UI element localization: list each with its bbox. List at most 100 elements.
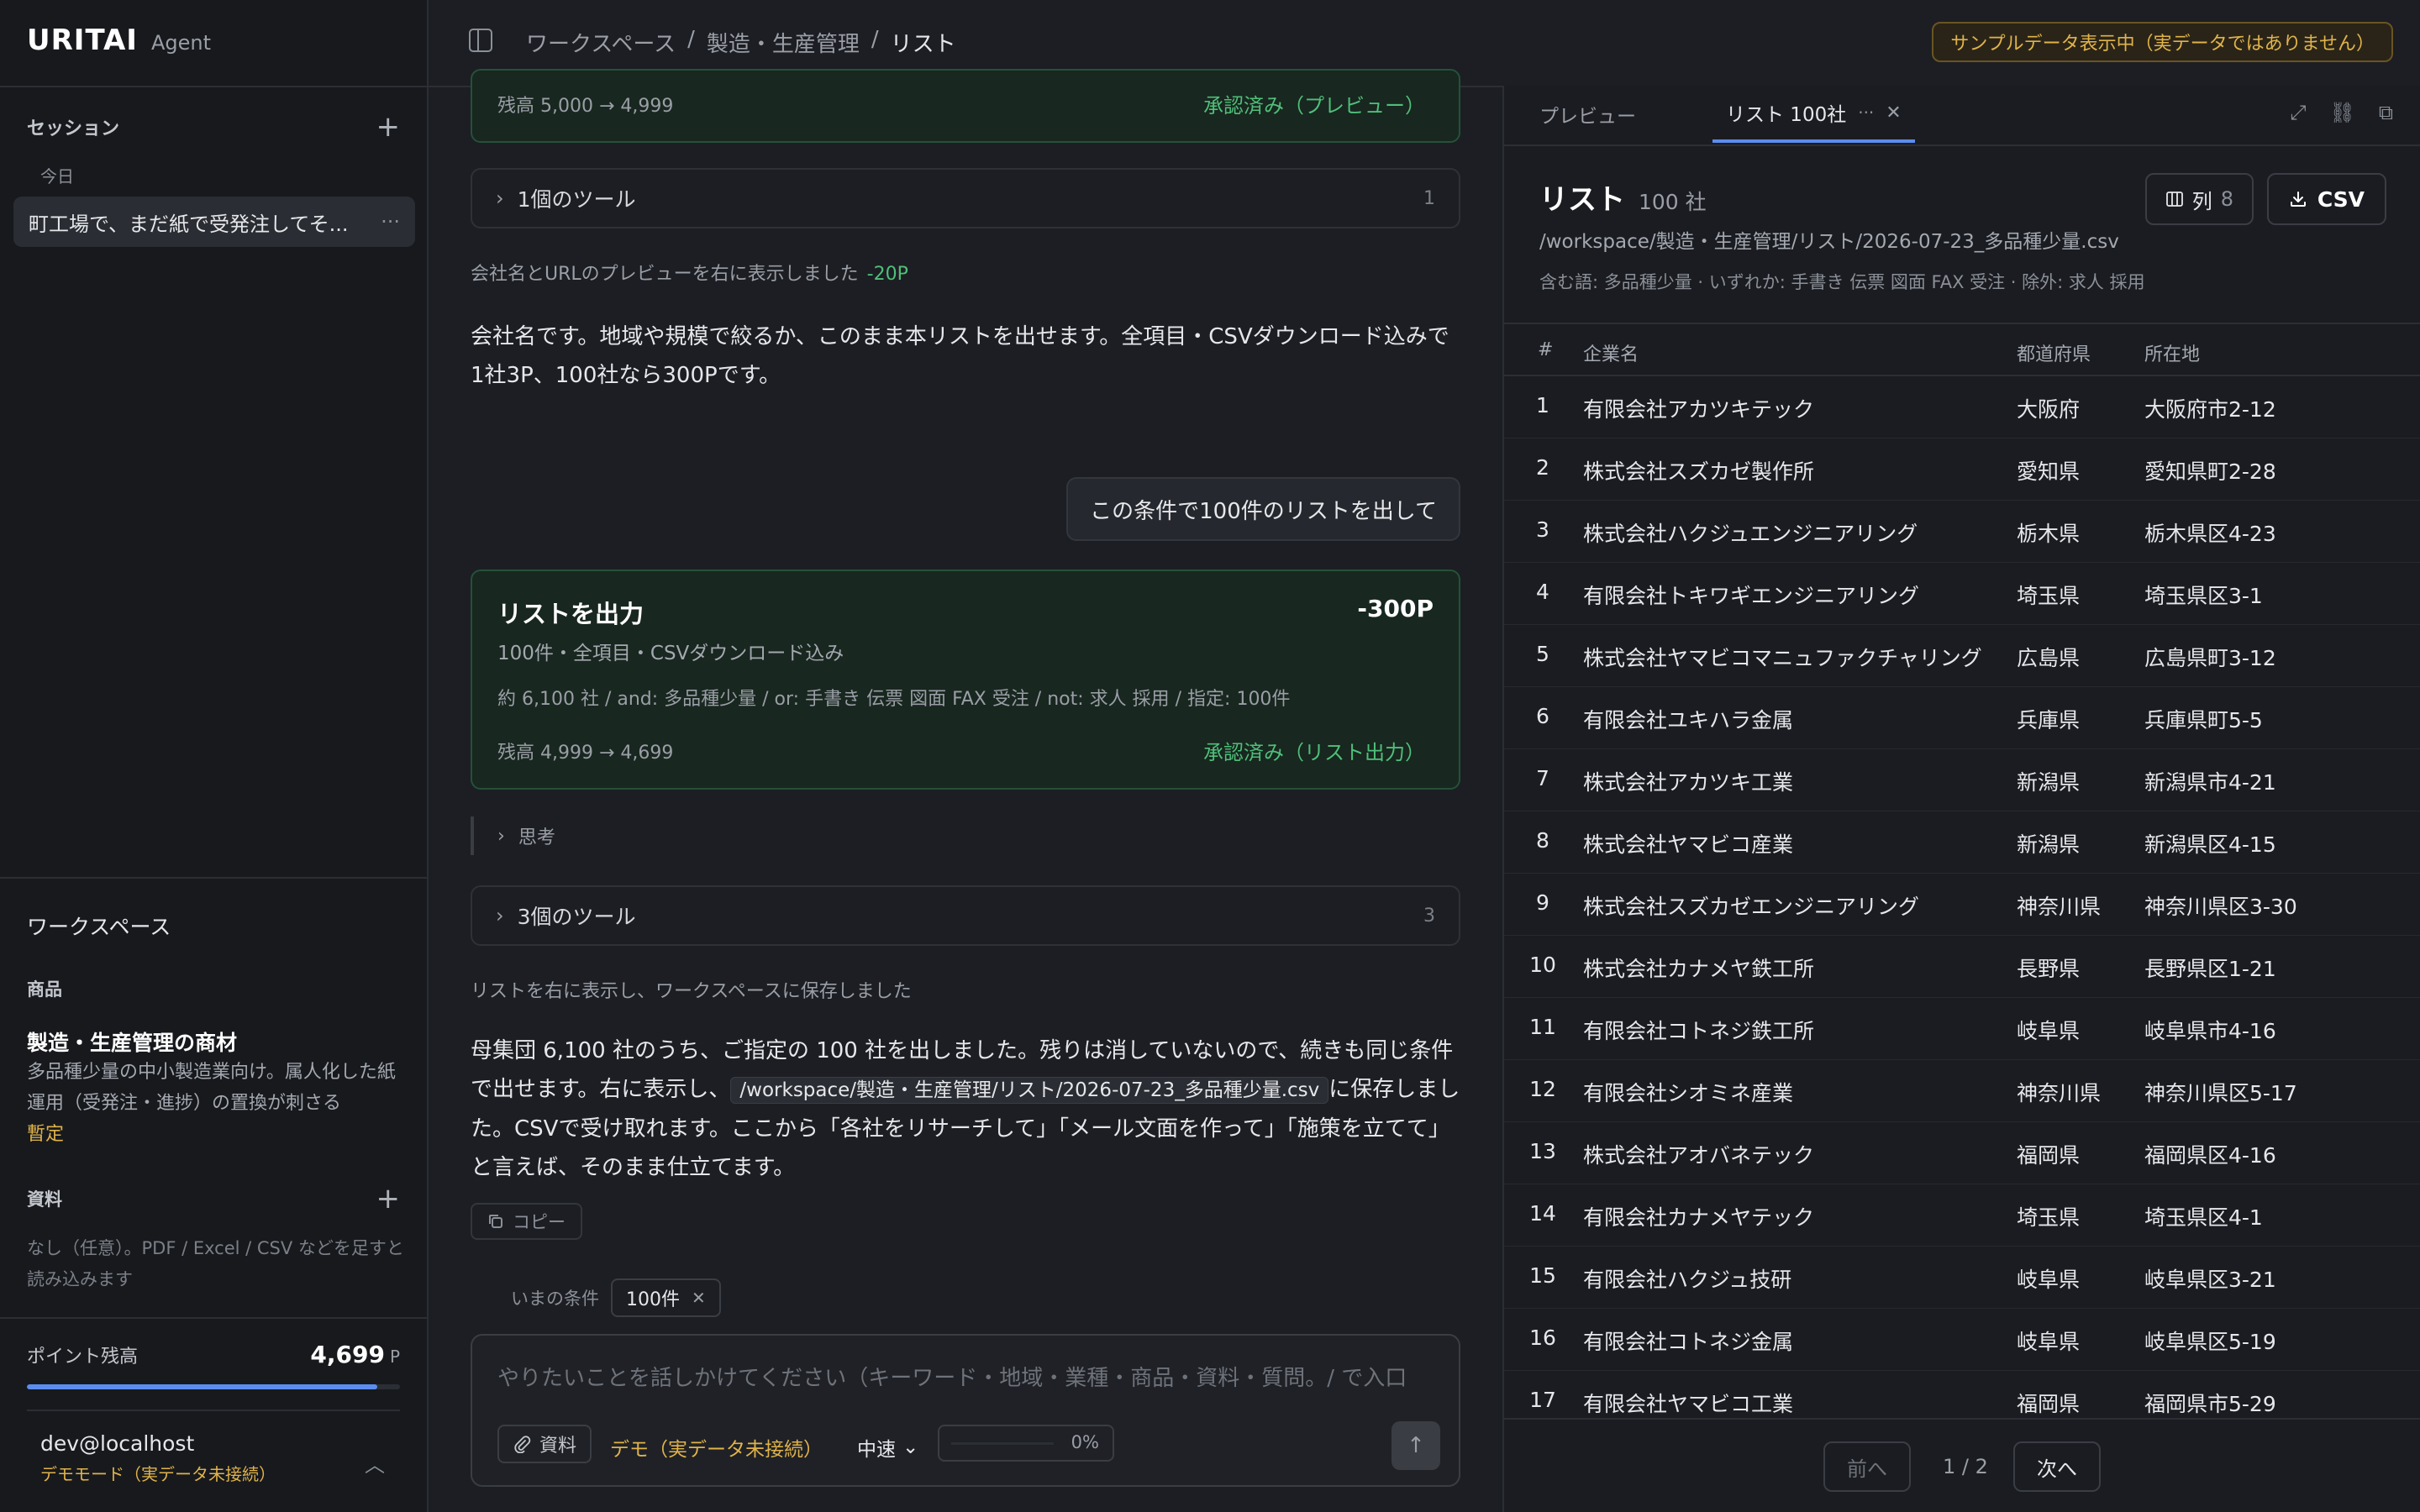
thinking-toggle[interactable]: › 思考 [471,816,555,855]
user-menu[interactable]: dev@localhost デモモード（実データ未接続） [40,1431,276,1485]
chevron-up-icon[interactable]: ︿ [365,1448,385,1478]
arrow-up-icon: ↑ [1407,1433,1425,1458]
table-row[interactable]: 4 有限会社トキワギエンジニアリング 埼玉県 埼玉県区3-1 [1504,563,2420,625]
attach-button[interactable]: 資料 [497,1425,592,1463]
output-conditions: 約 6,100 社 / and: 多品種少量 / or: 手書き 伝票 図面 F… [497,689,1291,710]
table-row[interactable]: 3 株式会社ハクジュエンジニアリング 栃木県 栃木県区4-23 [1504,501,2420,563]
column-header-index[interactable]: # [1538,339,1553,360]
sidebar-toggle-icon[interactable] [469,29,492,52]
cell-prefecture: 神奈川県 [2017,895,2102,919]
column-header-address[interactable]: 所在地 [2144,339,2200,366]
column-header-prefecture[interactable]: 都道府県 [2017,339,2091,366]
cell-address: 福岡県区4-16 [2144,1143,2276,1168]
table-row[interactable]: 13 株式会社アオバネテック 福岡県 福岡県区4-16 [1504,1122,2420,1184]
column-header-company[interactable]: 企業名 [1583,339,1639,366]
copy-button[interactable]: コピー [471,1203,582,1240]
table-row[interactable]: 8 株式会社ヤマビコ産業 新潟県 新潟県区4-15 [1504,811,2420,874]
table-row[interactable]: 2 株式会社スズカゼ製作所 愛知県 愛知県町2-28 [1504,438,2420,501]
points-bar [27,1384,400,1389]
table-row[interactable]: 11 有限会社コトネジ鉄工所 岐阜県 岐阜県市4-16 [1504,998,2420,1060]
columns-button[interactable]: 列 8 [2144,173,2254,225]
cell-index: 16 [1529,1326,1556,1350]
file-path-code[interactable]: /workspace/製造・生産管理/リスト/2026-07-23_多品種少量.… [730,1077,1329,1104]
csv-label: CSV [2317,186,2365,212]
cell-company: 有限会社トキワギエンジニアリング [1583,584,1920,608]
cell-address: 大阪府市2-12 [2144,397,2276,422]
session-item[interactable]: 町工場で、まだ紙で受発注してそ... ··· [13,197,415,247]
product-name[interactable]: 製造・生産管理の商材 [27,1026,237,1057]
cell-prefecture: 長野県 [2017,957,2081,981]
speed-select[interactable]: 中速 ⌄ [857,1433,918,1462]
tab-list[interactable]: リスト 100社 ··· ✕ [1712,86,1915,143]
user-name: dev@localhost [40,1431,195,1456]
columns-icon [2165,192,2183,207]
cell-address: 兵庫県町5-5 [2144,708,2263,732]
cell-company: 有限会社シオミネ産業 [1583,1081,1794,1105]
table-row[interactable]: 1 有限会社アカツキテック 大阪府 大阪府市2-12 [1504,376,2420,438]
message-input[interactable]: やりたいことを話しかけてください（キーワード・地域・業種・商品・資料・質問。/ … [497,1361,1442,1392]
panel-actions: ⤢ ⛓ ⧉ [2290,101,2393,124]
link-icon[interactable]: ⛓ [2329,101,2354,124]
send-button[interactable]: ↑ [1392,1421,1440,1470]
tab-preview[interactable]: プレビュー [1539,86,1636,143]
condition-chip[interactable]: 100件 ✕ [611,1278,721,1317]
cell-company: 株式会社ヤマビコ産業 [1583,832,1794,857]
progress-track [951,1442,1054,1445]
close-icon[interactable]: ✕ [1886,102,1901,123]
cell-prefecture: 兵庫県 [2017,708,2081,732]
expand-icon[interactable]: ⤢ [2290,101,2306,124]
tool-group-label: 3個のツール [517,905,636,929]
next-page-button[interactable]: 次へ [2013,1441,2101,1492]
table-row[interactable]: 7 株式会社アカツキ工業 新潟県 新潟県市4-21 [1504,749,2420,811]
sidebar: URITAI Agent セッション + 今日 町工場で、まだ紙で受発注してそ.… [0,0,429,1512]
page-info: 1 / 2 [1943,1455,1988,1478]
cell-index: 6 [1536,704,1549,728]
add-session-icon[interactable]: + [376,113,401,141]
cell-prefecture: 福岡県 [2017,1392,2081,1416]
cell-prefecture: 神奈川県 [2017,1081,2102,1105]
demo-mode-label: デモ（実データ未接続） [610,1439,823,1461]
list-output-card: リストを出力 -300P 100件・全項目・CSVダウンロード込み 約 6,10… [471,570,1460,790]
breadcrumb-product[interactable]: 製造・生産管理 [707,27,860,58]
external-link-icon[interactable]: ⧉ [2379,101,2393,124]
cell-index: 7 [1536,766,1549,790]
divider [0,1317,427,1319]
cell-index: 9 [1536,890,1549,915]
divider [0,86,427,87]
tool-group-2[interactable]: › 3個のツール 3 [471,885,1460,946]
table-row[interactable]: 9 株式会社スズカゼエンジニアリング 神奈川県 神奈川県区3-30 [1504,874,2420,936]
table-row[interactable]: 5 株式会社ヤマビコマニュファクチャリング 広島県 広島県町3-12 [1504,625,2420,687]
points-bar-fill [27,1384,378,1389]
prev-page-button[interactable]: 前へ [1823,1441,1911,1492]
tool-group-count: 1 [1423,187,1435,209]
cell-index: 11 [1529,1015,1556,1039]
app-root: URITAI Agent セッション + 今日 町工場で、まだ紙で受発注してそ.… [0,0,2420,1512]
cell-index: 14 [1529,1201,1556,1226]
cell-index: 4 [1536,580,1549,604]
csv-download-button[interactable]: CSV [2266,173,2386,225]
more-icon[interactable]: ··· [381,210,400,234]
assistant-message: 母集団 6,100 社のうち、ご指定の 100 社を出しました。残りは消していな… [471,1032,1460,1187]
chat-thread: 残高 5,000 → 4,999 承認済み（プレビュー） › 1個のツール 1 会… [471,69,1460,1512]
table-row[interactable]: 6 有限会社ユキハラ金属 兵庫県 兵庫県町5-5 [1504,687,2420,749]
brand-logo: URITAI [27,24,138,57]
table-row[interactable]: 16 有限会社コトネジ金属 岐阜県 岐阜県区5-19 [1504,1309,2420,1371]
brand[interactable]: URITAI Agent [27,24,211,57]
brand-subtitle: Agent [150,31,212,55]
tool-group-1[interactable]: › 1個のツール 1 [471,168,1460,228]
tool-group-label: 1個のツール [517,187,636,212]
approval-row: 残高 5,000 → 4,999 承認済み（プレビュー） [497,89,1425,118]
table-row[interactable]: 12 有限会社シオミネ産業 神奈川県 神奈川県区5-17 [1504,1060,2420,1122]
approval-row: 残高 4,999 → 4,699 承認済み（リスト出力） [497,736,1425,765]
add-material-icon[interactable]: + [376,1184,401,1213]
cell-company: 株式会社カナメヤ鉄工所 [1583,957,1815,981]
sessions-header: セッション + [27,113,400,141]
table-row[interactable]: 10 株式会社カナメヤ鉄工所 長野県 長野県区1-21 [1504,936,2420,998]
copy-icon [489,1215,502,1228]
table-row[interactable]: 15 有限会社ハクジュ技研 岐阜県 岐阜県区3-21 [1504,1247,2420,1309]
breadcrumb-workspace[interactable]: ワークスペース [526,27,676,58]
table-row[interactable]: 14 有限会社カナメヤテック 埼玉県 埼玉県区4-1 [1504,1184,2420,1247]
more-icon[interactable]: ··· [1858,102,1874,123]
close-icon[interactable]: ✕ [692,1288,706,1308]
list-title-text: リスト [1539,183,1625,217]
